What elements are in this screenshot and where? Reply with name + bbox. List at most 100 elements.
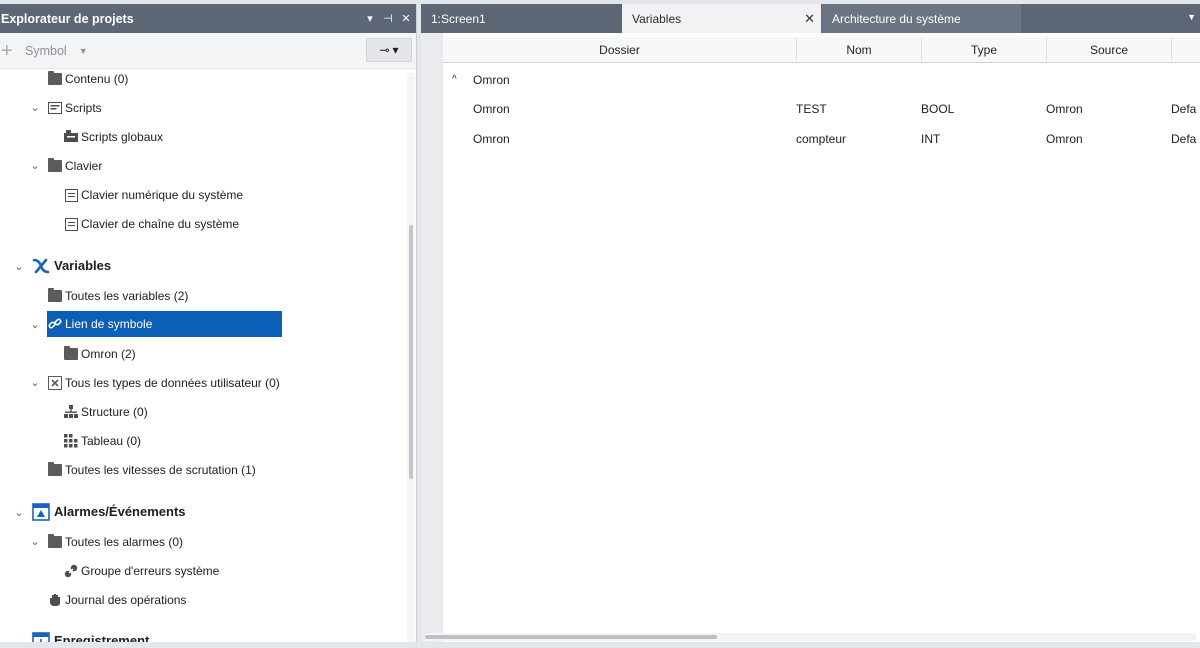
global-script-icon — [64, 130, 78, 144]
variables-icon — [32, 257, 50, 275]
pane-dropdown-icon[interactable]: ▾ — [364, 12, 376, 25]
tree-item-journal-operations[interactable]: Journal des opérations — [48, 589, 186, 611]
tree-item-label: Toutes les alarmes (0) — [65, 535, 184, 549]
tree-item-label: Toutes les vitesses de scrutation (1) — [65, 463, 256, 477]
tree-item-label: Scripts globaux — [81, 130, 164, 144]
tree-item-tableau[interactable]: Tableau (0) — [64, 430, 141, 452]
column-header-nom[interactable]: Nom — [797, 37, 922, 63]
cell-truncated: Defa — [1171, 102, 1197, 116]
column-header-dossier[interactable]: Dossier — [443, 37, 797, 63]
column-header-source[interactable]: Source — [1047, 37, 1172, 63]
variables-grid: Dossier Nom Type Source ^ Omron Omron TE… — [421, 33, 1200, 642]
folder-icon — [48, 158, 62, 173]
expand-chevron-icon[interactable]: ⌄ — [29, 159, 41, 172]
tree-item-structure[interactable]: Structure (0) — [64, 401, 148, 423]
tab-label: 1:Screen1 — [431, 11, 486, 26]
tree-item-clavier-chaine[interactable]: Clavier de chaîne du système — [64, 213, 239, 235]
tree-item-label: Groupe d'erreurs système — [81, 564, 220, 578]
expand-chevron-icon[interactable]: ⌄ — [13, 506, 25, 519]
expand-chevron-icon[interactable]: ⌄ — [29, 535, 41, 548]
tab-label: Variables — [632, 11, 682, 26]
group-label: Omron — [473, 73, 510, 87]
tree-item-contenu[interactable]: Contenu (0) — [48, 68, 128, 90]
folder-icon — [64, 346, 78, 361]
expand-chevron-icon[interactable]: ⌄ — [13, 635, 25, 642]
tree-item-label: Tous les types de données utilisateur (0… — [65, 376, 280, 390]
pane-pin-icon[interactable]: ⊣ — [382, 12, 394, 25]
expand-chevron-icon[interactable]: ⌄ — [29, 318, 41, 331]
tree-item-label: Toutes les variables (2) — [65, 289, 189, 303]
pin-options-button[interactable]: ⊸ ▾ — [366, 38, 412, 62]
tree-item-scripts-globaux[interactable]: Scripts globaux — [64, 126, 163, 148]
tab-list-menu-icon[interactable]: ▼ — [1187, 12, 1196, 22]
tree-item-label: Variables — [54, 258, 112, 273]
tree-item-label: Lien de symbole — [65, 317, 153, 331]
tree-item-clavier-numerique[interactable]: Clavier numérique du système — [64, 184, 243, 206]
tab-close-icon[interactable]: ✕ — [804, 11, 815, 27]
document-tabbar: 1:Screen1 Variables ✕ Architecture du sy… — [421, 4, 1200, 33]
tab-variables[interactable]: Variables ✕ — [622, 4, 821, 33]
tree-item-lien-symbole[interactable]: Lien de symbole — [47, 311, 282, 337]
add-icon[interactable]: + — [1, 41, 17, 61]
hand-icon — [48, 593, 62, 607]
tree-item-toutes-alarmes[interactable]: Toutes les alarmes (0) — [48, 531, 183, 553]
folder-icon — [48, 288, 62, 303]
keypad-document-icon — [64, 217, 78, 231]
tree-item-omron[interactable]: Omron (2) — [64, 343, 136, 365]
tab-architecture-systeme[interactable]: Architecture du système — [822, 4, 1021, 33]
tree-item-label: Tableau (0) — [81, 434, 142, 448]
tree-item-label: Omron (2) — [81, 347, 136, 361]
tree-item-label: Clavier de chaîne du système — [81, 217, 240, 231]
project-explorer-header: Explorateur de projets ▾ ⊣ ✕ — [0, 4, 416, 33]
column-header-label: Type — [970, 42, 997, 57]
expand-chevron-icon[interactable]: ⌄ — [29, 101, 41, 114]
tree-item-types-donnees[interactable]: Tous les types de données utilisateur (0… — [48, 372, 280, 394]
structure-icon — [64, 405, 78, 419]
expand-chevron-icon[interactable]: ⌄ — [29, 376, 41, 389]
pin-icon: ⊸ — [379, 43, 390, 57]
tree-item-toutes-variables[interactable]: Toutes les variables (2) — [48, 285, 188, 307]
cell-truncated: Defa — [1171, 132, 1197, 146]
column-header-label: Source — [1089, 42, 1129, 57]
editor-pane: 1:Screen1 Variables ✕ Architecture du sy… — [421, 4, 1200, 642]
tree-section-alarmes[interactable]: Alarmes/Événements — [32, 501, 186, 523]
group-collapse-icon[interactable]: ^ — [452, 74, 457, 85]
keypad-document-icon — [64, 188, 78, 202]
scripts-icon — [48, 101, 62, 115]
link-icon — [48, 317, 62, 331]
scrollbar-thumb[interactable] — [425, 635, 717, 639]
tree-item-vitesses-scrutation[interactable]: Toutes les vitesses de scrutation (1) — [48, 459, 256, 481]
symbol-dropdown-label[interactable]: Symbol — [25, 44, 67, 58]
tree-section-enregistrement[interactable]: Enregistrement — [32, 630, 149, 642]
tree-item-label: Contenu (0) — [65, 72, 129, 86]
cell-nom: compteur — [796, 132, 847, 146]
pin-options-arrow-icon: ▾ — [392, 43, 399, 57]
cell-type: INT — [921, 132, 941, 146]
tree-item-clavier[interactable]: Clavier — [48, 155, 102, 177]
column-header-label: Nom — [846, 42, 872, 57]
scrollbar-thumb[interactable] — [409, 225, 413, 479]
cell-source: Omron — [1046, 102, 1083, 116]
column-header-type[interactable]: Type — [922, 37, 1047, 63]
tree-item-label: Scripts — [65, 101, 102, 115]
cell-type: BOOL — [921, 102, 955, 116]
tree-item-groupe-erreurs[interactable]: Groupe d'erreurs système — [64, 560, 219, 582]
project-explorer-pane: Explorateur de projets ▾ ⊣ ✕ + Symbol ▼ … — [0, 4, 417, 642]
tree-item-scripts[interactable]: Scripts — [48, 97, 102, 119]
alarm-icon — [32, 503, 50, 521]
error-group-icon — [64, 564, 78, 578]
project-tree: Contenu (0) ⌄ Scripts Scripts globaux ⌄ … — [0, 71, 406, 642]
tree-item-label: Clavier numérique du système — [81, 188, 244, 202]
logging-icon — [32, 632, 50, 642]
grid-horizontal-scrollbar[interactable] — [425, 633, 1196, 641]
grid-gutter — [421, 33, 443, 642]
tree-section-variables[interactable]: Variables — [32, 255, 111, 277]
pane-close-icon[interactable]: ✕ — [400, 12, 412, 25]
pane-controls: ▾ ⊣ ✕ — [364, 4, 412, 33]
expand-chevron-icon[interactable]: ⌄ — [13, 260, 25, 273]
column-header-label: Dossier — [599, 42, 640, 57]
tab-screen1[interactable]: 1:Screen1 — [421, 4, 621, 33]
tree-item-label: Clavier — [65, 159, 103, 173]
explorer-vertical-scrollbar[interactable] — [407, 73, 415, 642]
symbol-dropdown-arrow-icon[interactable]: ▼ — [79, 46, 88, 56]
